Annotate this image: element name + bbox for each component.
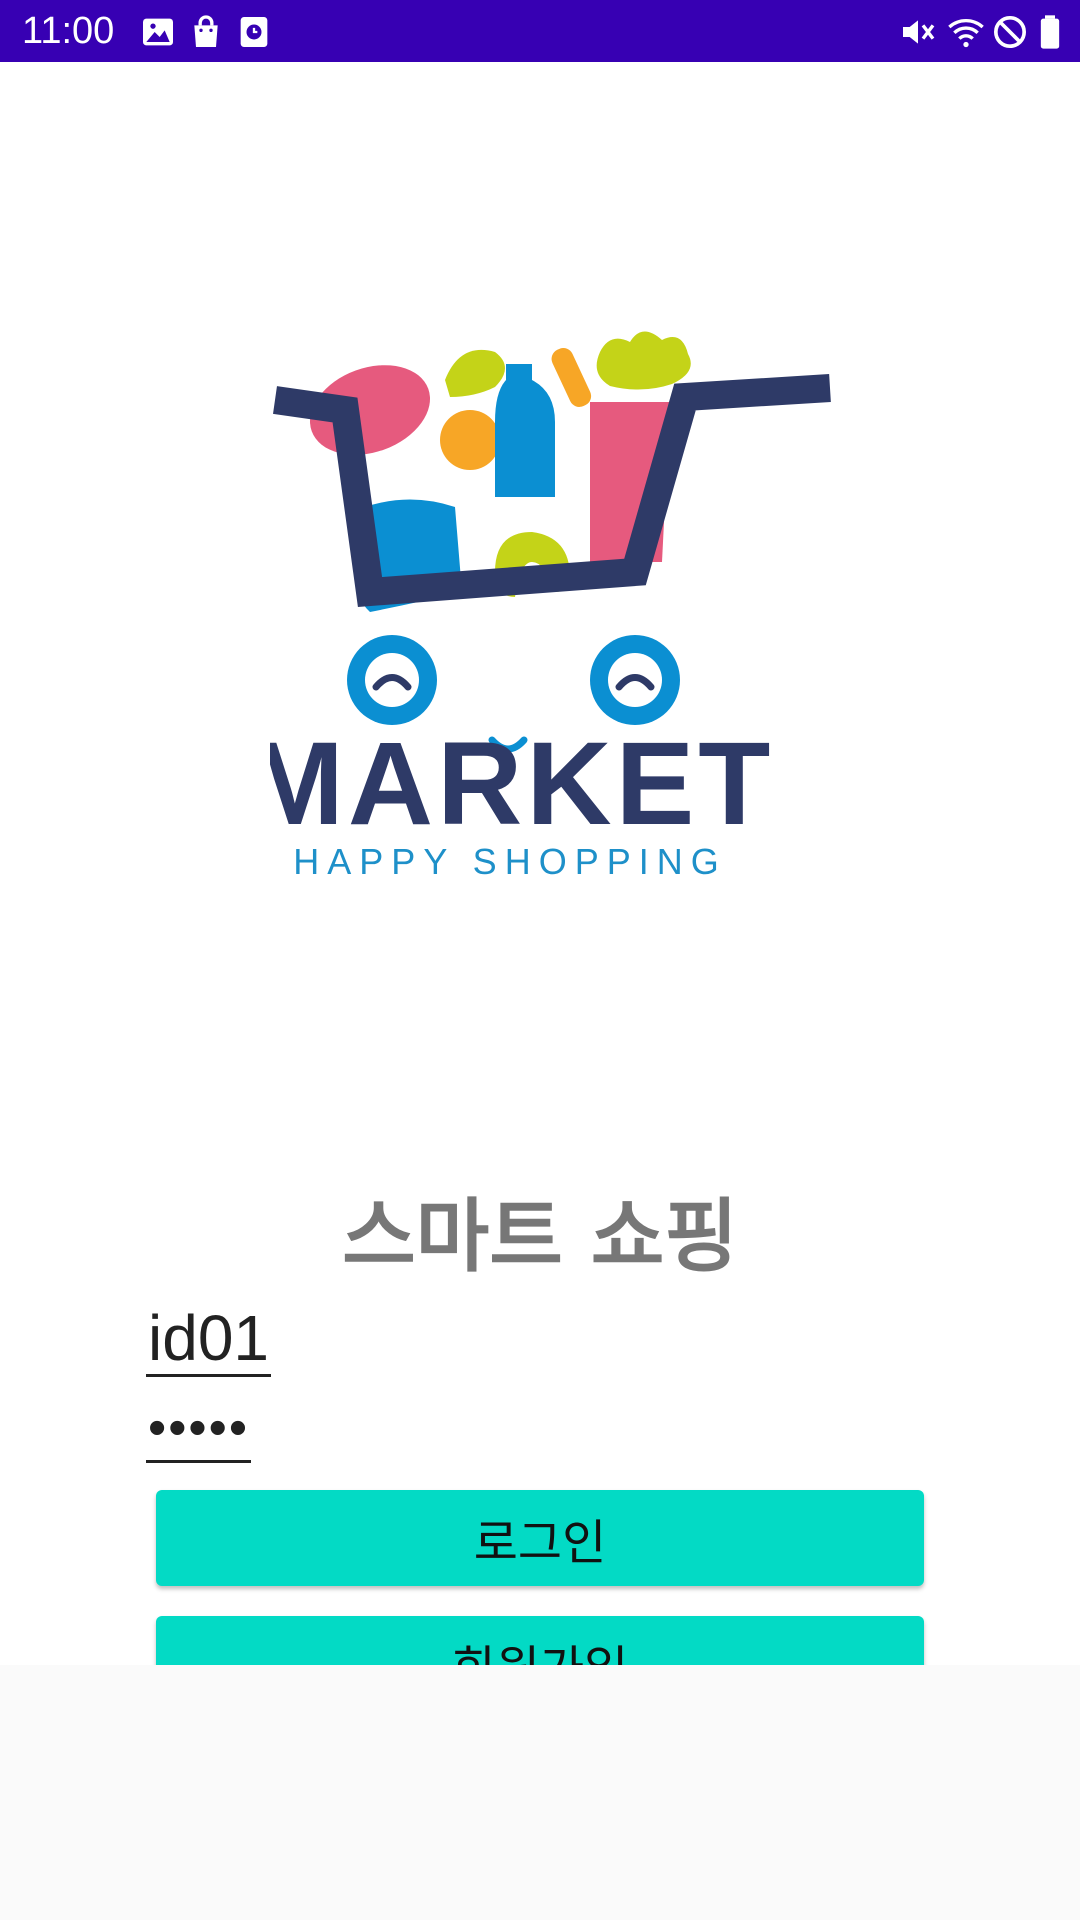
wifi-icon bbox=[946, 12, 986, 52]
logo-brand-text: MARKET bbox=[270, 718, 774, 850]
status-time: 11:00 bbox=[22, 10, 115, 52]
logo-drumstick-shape bbox=[445, 349, 505, 397]
id-input[interactable]: id01 bbox=[146, 1302, 271, 1377]
empty-bottom-area bbox=[0, 1665, 1080, 1920]
logo-orange-shape bbox=[440, 410, 500, 470]
vibrate-mute-icon bbox=[898, 12, 938, 52]
logo-lettuce-shape bbox=[596, 331, 691, 390]
image-icon bbox=[138, 12, 178, 52]
logo-bottle-shape bbox=[495, 364, 555, 497]
logo-carrot-shape bbox=[551, 348, 592, 407]
login-button[interactable]: 로그인 bbox=[156, 1490, 924, 1586]
password-input[interactable]: ••••• bbox=[146, 1398, 252, 1463]
login-screen: MARKET HAPPY SHOPPING 스마트 쇼핑 id01 ••••• … bbox=[0, 62, 1080, 1712]
status-bar: 11:00 bbox=[0, 0, 1080, 62]
market-logo: MARKET HAPPY SHOPPING bbox=[270, 292, 860, 972]
clock-app-icon bbox=[234, 12, 274, 52]
logo-tagline-text: HAPPY SHOPPING bbox=[293, 841, 726, 882]
battery-icon bbox=[1030, 12, 1070, 52]
login-button-label: 로그인 bbox=[473, 1515, 607, 1571]
do-not-disturb-icon bbox=[990, 12, 1030, 52]
app-title: 스마트 쇼핑 bbox=[342, 1190, 738, 1283]
shopping-bag-icon bbox=[186, 12, 226, 52]
